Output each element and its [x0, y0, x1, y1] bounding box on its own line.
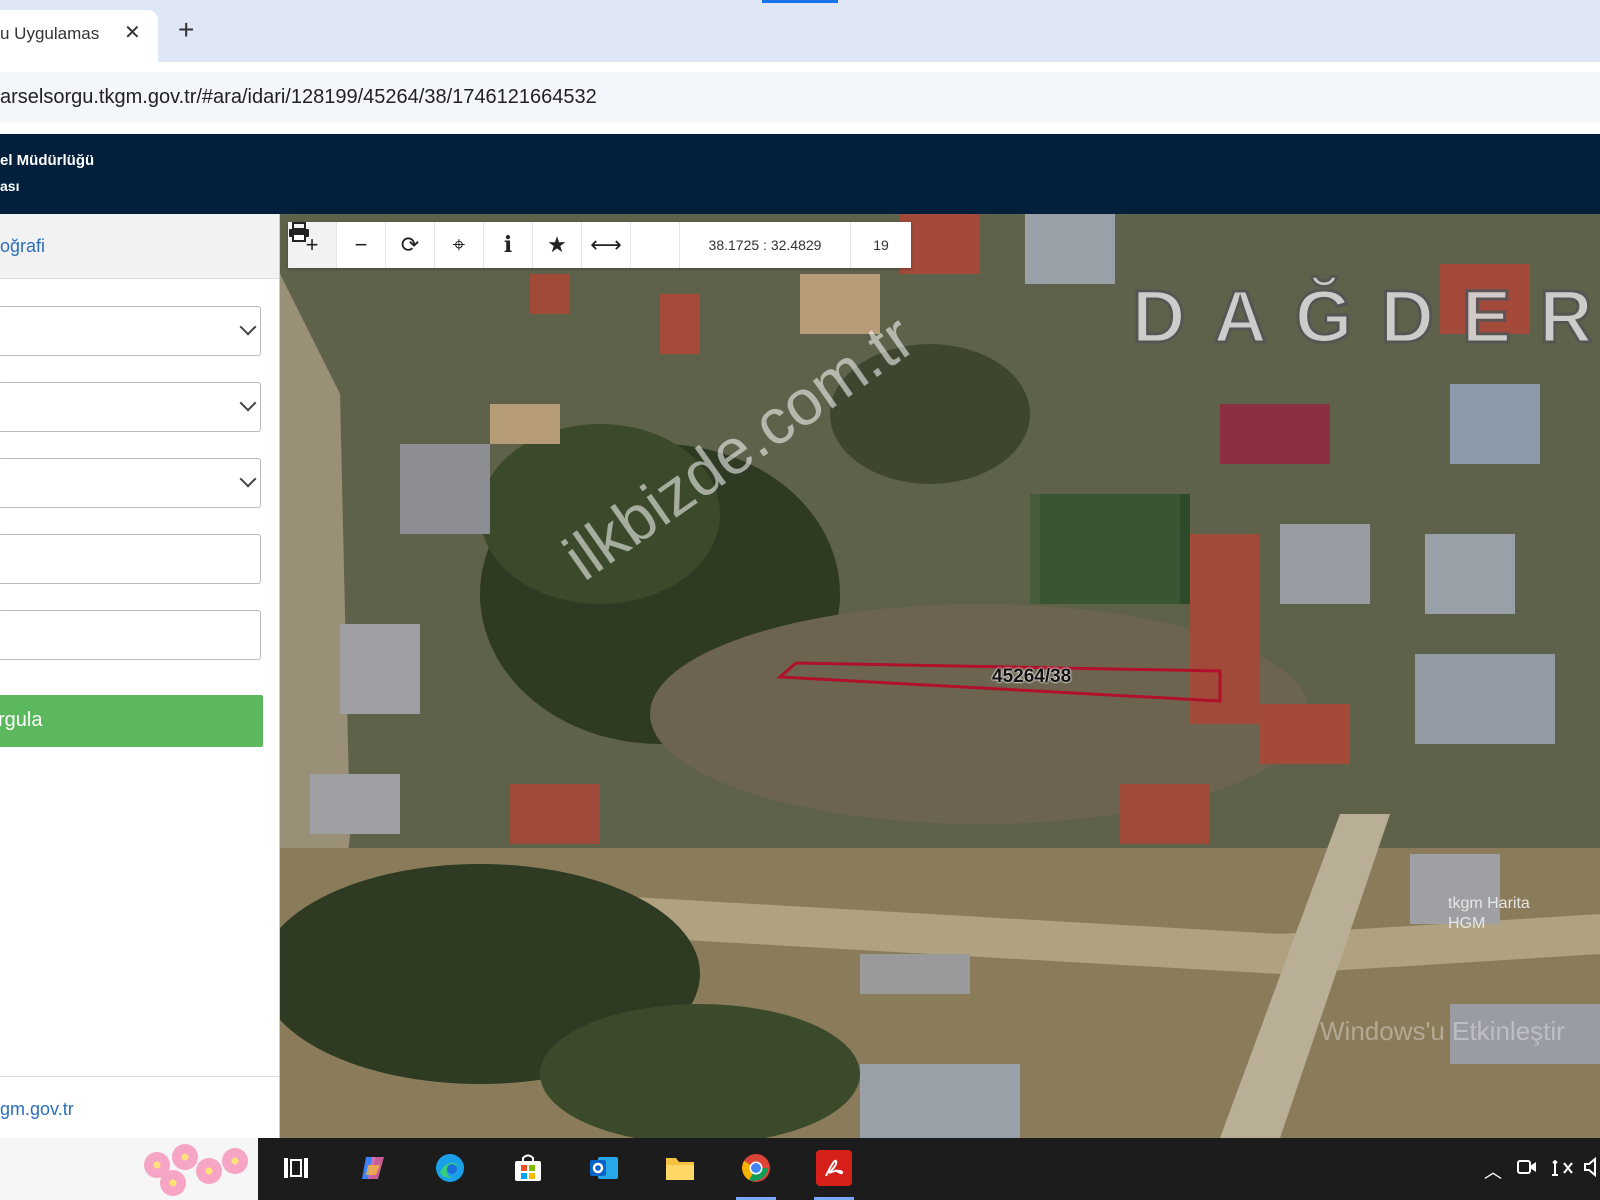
print-icon[interactable] [289, 222, 680, 268]
printer-glyph [289, 222, 309, 242]
tkgm-watermark-line2: HGM [1448, 915, 1486, 932]
query-button-label: rgula [0, 709, 43, 731]
url-text[interactable]: arselsorgu.tkgm.gov.tr/#ara/idari/128199… [0, 86, 597, 109]
parcel-number-input[interactable] [0, 610, 261, 660]
network-icon[interactable] [1548, 1152, 1578, 1182]
site-header: el Müdürlüğü ası [0, 134, 1600, 214]
chevron-down-icon [239, 318, 257, 336]
neighborhood-select[interactable] [0, 458, 261, 508]
store-icon[interactable] [510, 1150, 546, 1186]
tab-strip-indicator [762, 0, 838, 3]
windows-taskbar: ︿ [0, 1138, 1600, 1200]
browser-tab[interactable]: u Uygulamas ✕ [0, 10, 158, 62]
zoom-out-button[interactable]: − [337, 222, 386, 268]
info-icon[interactable]: i [484, 222, 533, 268]
query-sidebar: oğrafi rgula gm.gov.tr [0, 214, 280, 1138]
query-button[interactable]: rgula [0, 695, 263, 747]
tab-geographic[interactable]: oğrafi [0, 214, 279, 279]
chevron-down-icon [239, 394, 257, 412]
header-subtitle: ası [0, 178, 20, 194]
block-number-input[interactable] [0, 534, 261, 584]
neighborhood-label: DAĞDER [1131, 274, 1600, 360]
widget-flowers[interactable] [0, 1138, 258, 1200]
outlook-icon[interactable] [586, 1150, 622, 1186]
task-view-icon[interactable] [278, 1150, 314, 1186]
volume-icon[interactable] [1582, 1152, 1600, 1182]
province-select[interactable] [0, 306, 261, 356]
measure-icon[interactable]: ⟷ [582, 222, 631, 268]
header-title: el Müdürlüğü [0, 152, 95, 169]
chevron-down-icon [239, 470, 257, 488]
windows-activation-watermark: Windows'u Etkinleştir [1320, 1016, 1565, 1046]
edge-icon[interactable] [432, 1150, 468, 1186]
district-select[interactable] [0, 382, 261, 432]
parcel-label: 45264/38 [992, 666, 1072, 687]
tab-geographic-label: oğrafi [0, 236, 46, 256]
zoom-level-readout: 19 [873, 237, 889, 253]
acrobat-icon[interactable] [816, 1150, 852, 1186]
map-toolbar: + − ⟳ ⌖ i ★ ⟷ 38.1725 : 32.4829 19 [288, 222, 911, 268]
copilot-icon[interactable] [355, 1150, 391, 1186]
new-tab-button[interactable]: + [178, 16, 194, 44]
address-bar: arselsorgu.tkgm.gov.tr/#ara/idari/128199… [0, 62, 1600, 134]
sidebar-footer: gm.gov.tr [0, 1076, 279, 1139]
footer-link[interactable]: gm.gov.tr [0, 1099, 74, 1120]
tkgm-watermark-line1: tkgm Harita [1448, 895, 1530, 912]
file-explorer-icon[interactable] [662, 1150, 698, 1186]
tab-title: u Uygulamas [0, 24, 100, 43]
satellite-map[interactable]: DAĞDER ilkbizde.com.tr 45264/38 tkgm Har… [280, 214, 1600, 1138]
locate-icon[interactable]: ⌖ [435, 222, 484, 268]
tkgm-watermark: tkgm Harita HGM [1448, 894, 1530, 934]
meet-now-icon[interactable] [1512, 1152, 1542, 1182]
coordinates-readout: 38.1725 : 32.4829 [680, 222, 851, 268]
tab-close-icon[interactable]: ✕ [124, 20, 141, 45]
star-icon[interactable]: ★ [533, 222, 582, 268]
refresh-icon[interactable]: ⟳ [386, 222, 435, 268]
browser-tab-bar: u Uygulamas ✕ + [0, 0, 1600, 62]
chrome-icon[interactable] [738, 1150, 774, 1186]
tray-chevron-icon[interactable]: ︿ [1484, 1158, 1502, 1184]
